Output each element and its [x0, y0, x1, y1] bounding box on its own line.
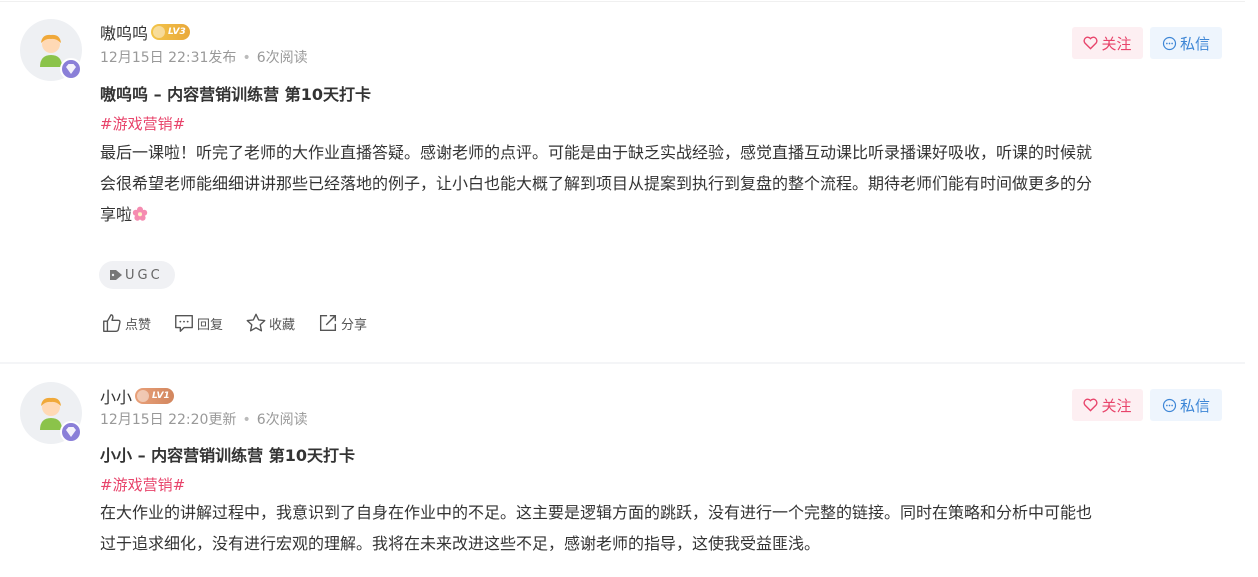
like-button[interactable]: 点赞 — [101, 312, 151, 334]
chat-bubble-icon — [1162, 36, 1177, 50]
content-line: 会很希望老师能细细讲讲那些已经落地的例子，让小白也能大概了解到项目从提案到执行到… — [100, 174, 1093, 193]
post-content: 在大作业的讲解过程中，我意识到了自身在作业中的不足。这主要是逻辑方面的跳跃，没有… — [100, 497, 1225, 559]
content-line: 过于追求细化，没有进行宏观的理解。我将在未来改进这些不足，感谢老师的指导，这使我… — [100, 534, 821, 553]
tag-icon — [110, 270, 122, 280]
collect-button[interactable]: 收藏 — [245, 312, 295, 334]
reply-label: 回复 — [197, 317, 224, 333]
heart-icon — [1083, 398, 1099, 412]
follow-button[interactable]: 关注 — [1072, 27, 1143, 59]
level-label: LV3 — [168, 27, 186, 37]
topic-tag[interactable]: #游戏营销# — [100, 113, 185, 134]
comment-icon — [175, 314, 193, 332]
topic-tag[interactable]: #游戏营销# — [100, 474, 185, 495]
content-line: 享啦 — [100, 199, 1225, 230]
diamond-badge-icon — [60, 421, 82, 443]
post-time: 12月15日 22:31发布 — [100, 50, 237, 66]
level-star-icon — [137, 390, 150, 402]
avatar[interactable] — [20, 382, 82, 444]
label-tag[interactable]: UGC — [99, 261, 175, 289]
post-card: 小小 LV1 12月15日 22:20更新 • 6次阅读 关注 私信 小小 – 内容… — [0, 364, 1245, 577]
level-badge: LV3 — [151, 24, 190, 40]
diamond-badge-icon — [60, 58, 82, 80]
post-meta: 12月15日 22:31发布 • 6次阅读 — [100, 50, 308, 66]
message-label: 私信 — [1179, 396, 1210, 415]
read-count: 6次阅读 — [256, 50, 308, 66]
share-button[interactable]: 分享 — [317, 312, 367, 334]
like-label: 点赞 — [125, 317, 152, 333]
content-line: 最后一课啦！听完了老师的大作业直播答疑。感谢老师的点评。可能是由于缺乏实战经验，… — [100, 143, 1093, 162]
content-line: 在大作业的讲解过程中，我意识到了自身在作业中的不足。这主要是逻辑方面的跳跃，没有… — [100, 503, 1093, 522]
tag-label: UGC — [125, 267, 163, 283]
heart-icon — [1083, 36, 1099, 50]
collect-label: 收藏 — [269, 317, 296, 333]
read-count: 6次阅读 — [256, 412, 308, 428]
post-content: 最后一课啦！听完了老师的大作业直播答疑。感谢老师的点评。可能是由于缺乏实战经验，… — [100, 137, 1225, 230]
star-icon — [246, 313, 266, 332]
chat-bubble-icon — [1162, 398, 1177, 412]
level-label: LV1 — [152, 391, 170, 401]
thumbs-up-icon — [103, 314, 121, 332]
follow-button[interactable]: 关注 — [1072, 389, 1143, 421]
follow-label: 关注 — [1101, 34, 1132, 53]
post-title[interactable]: 嗷呜呜 – 内容营销训练营 第10天打卡 — [100, 81, 371, 105]
avatar[interactable] — [20, 19, 82, 81]
cherry-blossom-emoji-icon — [132, 206, 148, 221]
message-button[interactable]: 私信 — [1150, 27, 1222, 59]
username[interactable]: 嗷呜呜 — [100, 20, 148, 44]
post-time: 12月15日 22:20更新 — [100, 412, 237, 428]
message-label: 私信 — [1179, 34, 1210, 53]
author-row: 嗷呜呜 LV3 — [100, 20, 190, 44]
level-badge: LV1 — [135, 388, 174, 404]
share-label: 分享 — [341, 317, 368, 333]
post-card: 嗷呜呜 LV3 12月15日 22:31发布 • 6次阅读 关注 私信 嗷呜呜 – … — [0, 0, 1245, 362]
post-actions: 点赞 回复 收藏 分享 — [101, 312, 389, 334]
post-meta: 12月15日 22:20更新 • 6次阅读 — [100, 412, 308, 428]
username[interactable]: 小小 — [100, 384, 132, 408]
share-icon — [320, 314, 337, 332]
message-button[interactable]: 私信 — [1150, 389, 1222, 421]
follow-label: 关注 — [1101, 396, 1132, 415]
reply-button[interactable]: 回复 — [173, 312, 223, 334]
post-title[interactable]: 小小 – 内容营销训练营 第10天打卡 — [100, 442, 355, 466]
content-text: 享啦 — [100, 205, 133, 224]
author-row: 小小 LV1 — [100, 384, 174, 408]
level-star-icon — [153, 26, 166, 38]
